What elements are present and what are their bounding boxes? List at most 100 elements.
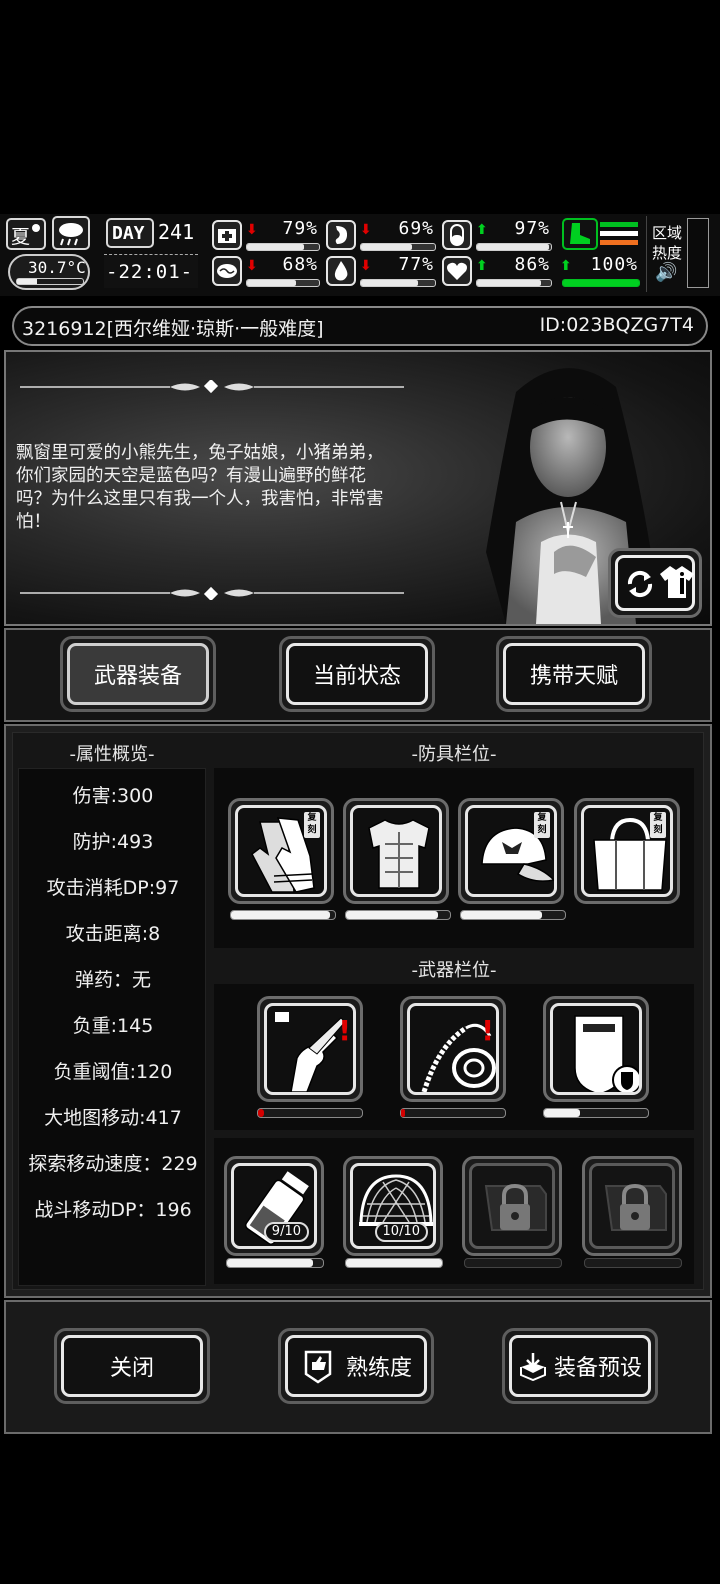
trend-up-icon: ⬆ — [560, 258, 572, 274]
stomach-icon — [326, 220, 356, 250]
armor-slot-body[interactable] — [343, 798, 449, 904]
stat-thirst-value: 77% — [398, 254, 434, 275]
weapons-title: -武器栏位- — [411, 960, 497, 981]
stamina-badge — [562, 218, 598, 250]
ornament-bottom-icon — [20, 586, 404, 600]
trend-up-icon: ⬆ — [476, 222, 488, 238]
temperature-readout: 30.7°C — [8, 254, 90, 290]
attributes-title: -属性概览- — [69, 744, 155, 765]
weapon-2-durability — [400, 1108, 506, 1118]
armor-body-durability — [345, 910, 451, 920]
tab-talents-label: 携带天赋 — [529, 664, 618, 689]
attr-attack-dp: 攻击消耗DP:97 — [46, 877, 180, 899]
character-id: ID:023BQZG7T4 — [539, 314, 694, 336]
stat-sanity-value: 68% — [282, 254, 318, 275]
armor-title: -防具栏位- — [411, 744, 497, 765]
heart-icon — [442, 256, 472, 286]
trend-up-icon: ⬆ — [476, 258, 488, 274]
proficiency-badge-icon — [304, 1350, 332, 1384]
water-drop-icon — [326, 256, 356, 286]
stat-mood-value: 86% — [514, 254, 550, 275]
item-4-level — [584, 1258, 682, 1268]
stat-sanity-bar — [246, 279, 320, 287]
replica-tag: 复刻 — [650, 812, 666, 838]
weather-badge — [52, 216, 90, 250]
clock-display: -22:01- — [104, 254, 198, 288]
item-slot-3-locked[interactable] — [462, 1156, 562, 1256]
stat-hunger: ⬇ 69% — [326, 218, 438, 252]
stat-thirst-bar — [360, 279, 436, 287]
close-button[interactable]: 关闭 — [54, 1328, 210, 1404]
refresh-icon — [627, 570, 653, 598]
lock-icon — [604, 1183, 667, 1231]
equipment-preset-button[interactable]: 装备预设 — [502, 1328, 658, 1404]
armor-slot-head[interactable]: 复刻 — [458, 798, 564, 904]
temperature-bar — [16, 278, 84, 285]
tab-weapons-label: 武器装备 — [93, 664, 182, 689]
stat-health-bar — [246, 243, 320, 251]
weapon-slot-3[interactable] — [543, 996, 649, 1102]
stat-stamina-bar — [562, 279, 640, 287]
tab-weapons-equipment[interactable]: 武器装备 — [60, 636, 216, 712]
season-label: 夏 — [11, 226, 31, 248]
lock-icon — [484, 1183, 547, 1231]
armor-slot-bag[interactable]: 复刻 — [574, 798, 680, 904]
stat-sanity: ⬇ 68% — [212, 254, 322, 288]
attr-attack-range: 攻击距离:8 — [65, 923, 161, 945]
attr-combat-dp: 战斗移动DP：196 — [34, 1199, 192, 1221]
trend-down-icon: ⬇ — [246, 222, 258, 238]
area-heat-meter — [687, 218, 709, 288]
proficiency-button[interactable]: 熟练度 — [278, 1328, 434, 1404]
character-name: 3216912[西尔维娅·琼斯·一般难度] — [22, 318, 324, 340]
weapon-slot-2[interactable]: ! — [400, 996, 506, 1102]
trend-down-icon: ⬇ — [360, 222, 372, 238]
stat-mood-bar — [476, 279, 552, 287]
stat-health-value: 79% — [282, 218, 318, 239]
download-box-icon — [519, 1353, 546, 1381]
attr-defense: 防护:493 — [72, 831, 154, 853]
weapon-slot-1[interactable]: ! — [257, 996, 363, 1102]
character-story-panel: 飘窗里可爱的小熊先生，兔子姑娘，小猪弟弟，你们家园的天空是蓝色吗？有漫山遍野的鲜… — [4, 350, 712, 626]
weapon-1-durability — [257, 1108, 363, 1118]
replica-tag: 复刻 — [534, 812, 550, 838]
attr-load: 负重:145 — [72, 1015, 154, 1037]
item-slot-4-locked[interactable] — [582, 1156, 682, 1256]
clock-value: -22:01- — [106, 261, 194, 283]
tab-carried-talents[interactable]: 携带天赋 — [496, 636, 652, 712]
item-1-count: 9/10 — [263, 1222, 309, 1242]
pill-icon — [442, 220, 472, 250]
item-2-count: 10/10 — [374, 1222, 428, 1242]
brain-icon — [212, 256, 242, 286]
item-slot-2[interactable]: 10/10 — [343, 1156, 443, 1256]
day-label: DAY — [112, 223, 145, 244]
armor-gloves-durability — [230, 910, 336, 920]
proficiency-label: 熟练度 — [345, 1356, 412, 1381]
tab-current-status[interactable]: 当前状态 — [279, 636, 435, 712]
area-heat-label-1: 区域 — [652, 224, 683, 242]
attr-damage: 伤害:300 — [72, 785, 154, 807]
sun-icon — [32, 224, 40, 232]
equipment-preset-label: 装备预设 — [553, 1356, 642, 1381]
speaker-icon[interactable]: 🔊 — [655, 262, 677, 283]
status-hud: 夏 30.7°C DAY 241 -22:01- ⬇ 79% ⬇ 69% ⬆ 9… — [0, 214, 720, 296]
stamina-stripes — [600, 222, 638, 250]
area-heat[interactable]: 区域 热度 🔊 — [646, 216, 710, 292]
attr-ammo: 弹药：无 — [74, 969, 151, 991]
warning-icon: ! — [481, 1014, 494, 1047]
rain-cloud-icon — [59, 223, 83, 246]
day-badge: DAY — [106, 218, 154, 248]
weapon-3-durability — [543, 1108, 649, 1118]
change-outfit-button[interactable] — [608, 548, 702, 618]
boot-icon — [570, 223, 590, 244]
item-1-level — [226, 1258, 324, 1268]
medkit-icon — [212, 220, 242, 250]
armor-head-durability — [460, 910, 566, 920]
body-armor-icon — [368, 819, 430, 889]
attr-explore-speed: 探索移动速度：229 — [28, 1153, 198, 1175]
stat-medicine-bar — [476, 243, 552, 251]
temperature-value: 30.7°C — [28, 258, 86, 277]
armor-slot-gloves[interactable]: 复刻 — [228, 798, 334, 904]
shirt-icon — [660, 566, 694, 598]
attr-map-move: 大地图移动:417 — [44, 1107, 182, 1129]
item-slot-1[interactable]: 9/10 — [224, 1156, 324, 1256]
